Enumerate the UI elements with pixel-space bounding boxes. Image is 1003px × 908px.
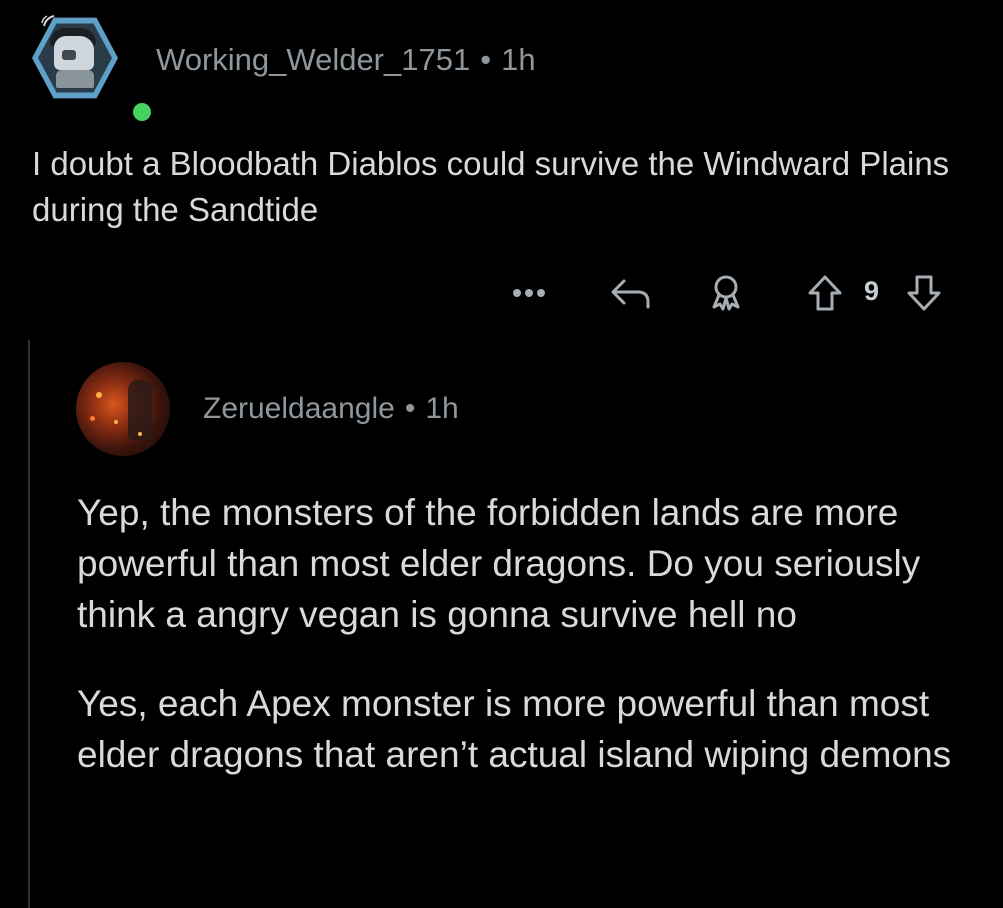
online-status-dot <box>130 100 154 124</box>
reply-button[interactable] <box>603 268 659 318</box>
ember <box>90 416 95 421</box>
more-options-button[interactable] <box>504 268 554 318</box>
comment-meta: Zerueldaangle • 1h <box>203 392 459 426</box>
timestamp: 1h <box>425 392 459 425</box>
comment-actions: 9 <box>500 268 970 318</box>
ember <box>96 392 102 398</box>
more-options-icon <box>513 289 545 297</box>
upvote-button[interactable] <box>800 268 850 318</box>
comment-meta: Working_Welder_1751 • 1h <box>156 42 536 78</box>
meta-separator: • <box>404 392 416 425</box>
meta-separator: • <box>480 42 492 77</box>
avatar-figure <box>128 380 152 440</box>
thread-line[interactable] <box>28 340 30 908</box>
reply-icon <box>611 279 650 309</box>
username[interactable]: Zerueldaangle <box>203 392 395 425</box>
user-avatar[interactable] <box>76 362 170 456</box>
ember <box>114 420 118 424</box>
username[interactable]: Working_Welder_1751 <box>156 42 470 77</box>
comment-paragraph: Yep, the monsters of the forbidden lands… <box>77 492 921 635</box>
vote-count: 9 <box>864 276 880 306</box>
award-icon <box>712 275 740 311</box>
ember <box>138 432 142 436</box>
robot-body <box>56 70 94 88</box>
comment-paragraph: Yes, each Apex monster is more powerful … <box>77 683 952 775</box>
reply-comment-body: Yep, the monsters of the forbidden lands… <box>77 487 967 818</box>
upvote-icon <box>808 275 842 311</box>
timestamp: 1h <box>501 42 536 77</box>
downvote-icon <box>907 275 941 311</box>
robot-visor <box>62 50 76 60</box>
downvote-button[interactable] <box>899 268 949 318</box>
comment-body: I doubt a Bloodbath Diablos could surviv… <box>32 145 950 228</box>
user-avatar[interactable] <box>32 14 120 102</box>
award-button[interactable] <box>701 268 751 318</box>
